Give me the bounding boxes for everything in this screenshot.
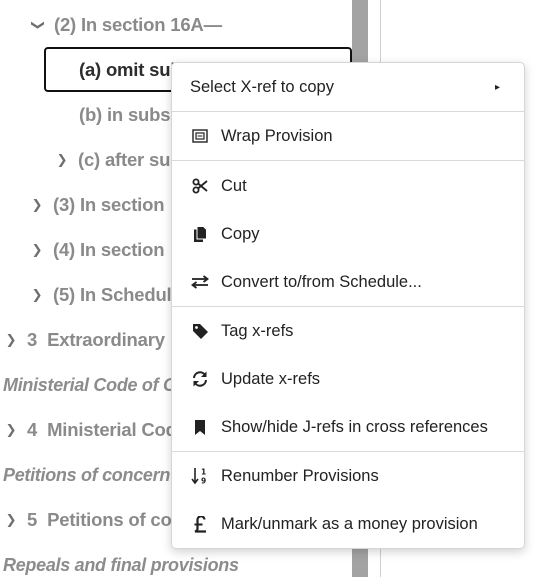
menu-separator bbox=[172, 306, 524, 307]
tree-item-section-2[interactable]: ❯ (2) In section 16A— bbox=[30, 8, 222, 42]
menu-item-update-xrefs[interactable]: Update x-refs bbox=[172, 357, 524, 401]
refresh-icon bbox=[189, 370, 211, 388]
menu-item-label: Show/hide J-refs in cross references bbox=[221, 417, 488, 436]
menu-item-copy[interactable]: Copy bbox=[172, 212, 524, 256]
context-menu: Select X-ref to copy ▸ Wrap Provision Cu… bbox=[171, 62, 525, 549]
chevron-right-icon[interactable]: ❯ bbox=[3, 422, 19, 438]
tree-item-section-3[interactable]: ❯ (3) In section bbox=[29, 188, 165, 222]
tree-item-label: (3) In section bbox=[53, 194, 165, 215]
chevron-right-icon[interactable]: ❯ bbox=[29, 242, 45, 258]
sort-numeric-icon: 1 9 bbox=[189, 467, 211, 485]
tree-item-label: Ministerial Code bbox=[47, 419, 187, 440]
tree-item-part-3[interactable]: ❯ 3 Extraordinary bbox=[3, 323, 165, 357]
menu-item-select-xref[interactable]: Select X-ref to copy ▸ bbox=[172, 65, 524, 109]
menu-item-wrap-provision[interactable]: Wrap Provision bbox=[172, 114, 524, 158]
chevron-down-icon[interactable]: ❯ bbox=[30, 17, 46, 33]
chevron-right-icon[interactable]: ❯ bbox=[29, 287, 45, 303]
menu-separator bbox=[172, 451, 524, 452]
swap-arrows-icon bbox=[189, 275, 211, 289]
menu-item-show-hide-jrefs[interactable]: Show/hide J-refs in cross references bbox=[172, 405, 524, 449]
menu-item-label: Update x-refs bbox=[221, 369, 321, 388]
svg-text:1: 1 bbox=[201, 468, 206, 477]
pound-icon bbox=[189, 515, 211, 533]
tree-item-section-4[interactable]: ❯ (4) In section bbox=[29, 233, 165, 267]
menu-item-label: Tag x-refs bbox=[221, 321, 294, 340]
chevron-right-icon[interactable]: ❯ bbox=[29, 197, 45, 213]
menu-item-tag-xrefs[interactable]: Tag x-refs bbox=[172, 309, 524, 353]
copy-icon bbox=[189, 225, 211, 243]
tree-item-part-4[interactable]: ❯ 4 Ministerial Code bbox=[3, 413, 187, 447]
wrap-icon bbox=[189, 129, 211, 143]
tree-item-number: 5 bbox=[27, 509, 38, 530]
menu-item-label: Select X-ref to copy bbox=[190, 77, 334, 96]
chevron-right-icon[interactable]: ❯ bbox=[3, 512, 19, 528]
tree-item-number: 4 bbox=[27, 419, 38, 440]
menu-item-label: Convert to/from Schedule... bbox=[221, 272, 422, 291]
tree-item-section-5[interactable]: ❯ (5) In Schedule bbox=[29, 278, 182, 312]
chevron-right-icon[interactable]: ❯ bbox=[54, 152, 70, 168]
submenu-arrow-icon: ▸ bbox=[494, 81, 500, 93]
tag-icon bbox=[189, 323, 211, 340]
menu-item-label: Cut bbox=[221, 176, 247, 195]
menu-item-label: Mark/unmark as a money provision bbox=[221, 514, 478, 533]
menu-separator bbox=[172, 160, 524, 161]
menu-item-money-provision[interactable]: Mark/unmark as a money provision bbox=[172, 502, 524, 546]
menu-item-renumber[interactable]: 1 9 Renumber Provisions bbox=[172, 454, 524, 498]
tree-item-label: (2) In section 16A— bbox=[54, 14, 222, 35]
chevron-right-icon[interactable]: ❯ bbox=[3, 332, 19, 348]
menu-item-label: Wrap Provision bbox=[221, 126, 333, 145]
group-heading-petitions: Petitions of concern bbox=[3, 465, 171, 485]
menu-separator bbox=[172, 111, 524, 112]
menu-item-label: Copy bbox=[221, 224, 260, 243]
menu-item-convert-schedule[interactable]: Convert to/from Schedule... bbox=[172, 260, 524, 304]
tree-item-label: (4) In section bbox=[53, 239, 165, 260]
svg-text:9: 9 bbox=[201, 477, 206, 486]
tree-item-number: 3 bbox=[27, 329, 38, 350]
tree-item-label: (5) In Schedule bbox=[53, 284, 182, 305]
scissors-icon bbox=[189, 178, 211, 194]
menu-item-label: Renumber Provisions bbox=[221, 466, 379, 485]
bookmark-icon bbox=[189, 419, 211, 436]
tree-item-label: Extraordinary bbox=[47, 329, 165, 350]
menu-item-cut[interactable]: Cut bbox=[172, 164, 524, 208]
group-heading-repeals: Repeals and final provisions bbox=[3, 555, 239, 575]
